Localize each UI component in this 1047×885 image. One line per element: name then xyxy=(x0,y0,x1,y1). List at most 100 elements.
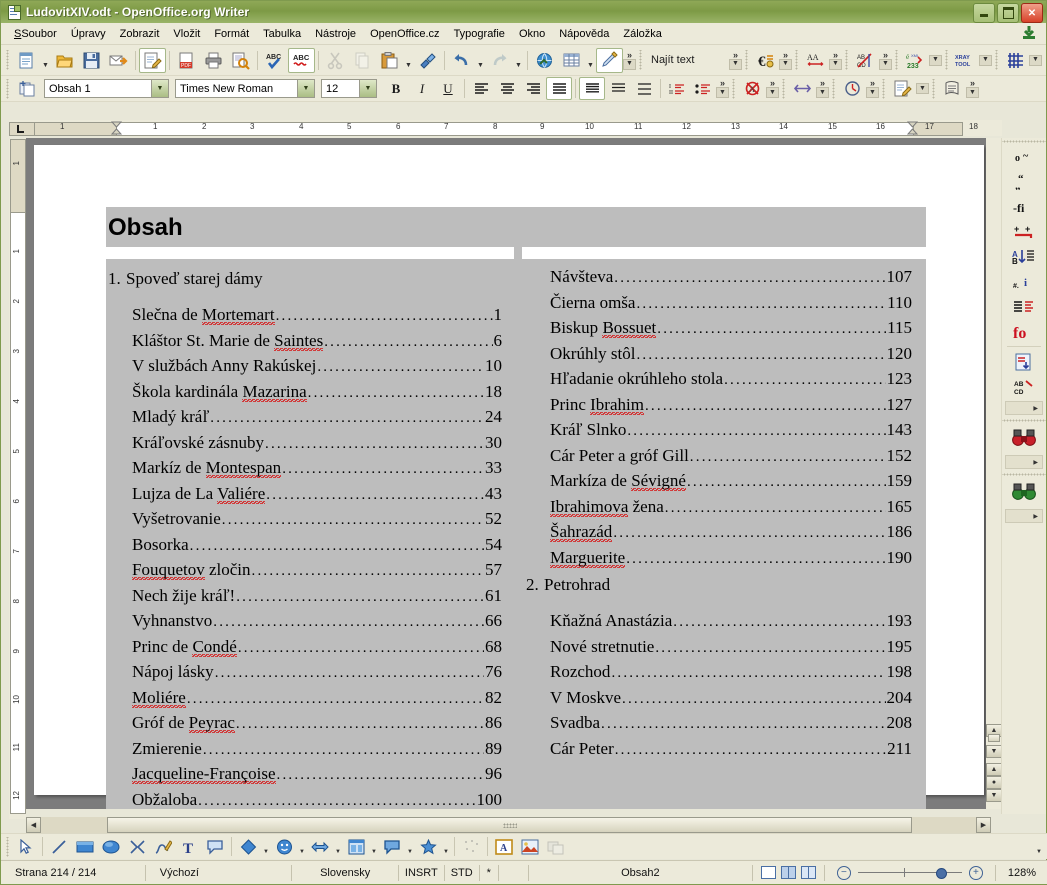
toc-entry[interactable]: Šahrazád................................… xyxy=(526,520,926,546)
numbered-list-button[interactable]: I II xyxy=(664,77,690,100)
status-page-style[interactable]: Výchozí xyxy=(146,864,293,881)
format-extra-grip-4[interactable] xyxy=(882,78,886,99)
sidebar-overflow-1[interactable]: ▶ xyxy=(1005,401,1043,415)
status-page-number[interactable]: Strana 214 / 214 xyxy=(1,864,146,881)
align-justify-button[interactable] xyxy=(546,77,572,100)
flowchart-dropdown[interactable]: ▼ xyxy=(369,833,379,861)
view-single-page-button[interactable] xyxy=(760,866,776,879)
euro-converter-icon[interactable]: € xyxy=(752,48,779,73)
horizontal-resize-icon[interactable] xyxy=(789,76,816,101)
horizontal-ruler[interactable]: 1 1 2 3 4 5 6 7 8 9 10 11 12 13 14 15 16… xyxy=(9,120,1002,136)
paragraph-style-combo[interactable]: Obsah 1 ▼ xyxy=(44,79,169,98)
zoom-out-button[interactable]: − xyxy=(836,865,851,880)
document-canvas[interactable]: Obsah 1. Spoveď starej dámy Slečna de Mort… xyxy=(26,138,991,809)
grid-macro-icon[interactable] xyxy=(1002,48,1029,73)
text-box-icon[interactable]: T xyxy=(176,835,202,859)
menu-soubor[interactable]: SSoubor xyxy=(7,26,64,42)
toc-entry[interactable]: V Moskve................................… xyxy=(526,686,926,712)
format-extra-grip-2[interactable] xyxy=(782,78,786,99)
drawing-toolbar-grip[interactable] xyxy=(6,836,10,857)
toc-entry[interactable]: Princ de Condé..........................… xyxy=(108,635,516,661)
stars-dropdown[interactable]: ▼ xyxy=(441,833,451,861)
find-toolbar-grip[interactable] xyxy=(639,50,643,70)
spellcheck-icon[interactable]: ABC xyxy=(261,48,288,73)
undo-icon[interactable] xyxy=(448,48,475,73)
callout-icon[interactable] xyxy=(202,835,228,859)
to-background-icon[interactable] xyxy=(543,835,569,859)
horizontal-scrollbar[interactable]: ◀ ▶ xyxy=(26,817,991,833)
close-button[interactable]: ✕ xyxy=(1021,3,1043,23)
document-page[interactable]: Obsah 1. Spoveď starej dámy Slečna de Mort… xyxy=(34,145,984,809)
align-center-button[interactable] xyxy=(494,77,520,100)
freeform-line-icon[interactable] xyxy=(150,835,176,859)
toc-entry[interactable]: Rozchod.................................… xyxy=(526,660,926,686)
block-arrows-dropdown[interactable]: ▼ xyxy=(333,833,343,861)
zoom-slider[interactable]: − + xyxy=(831,865,989,880)
number-info-icon[interactable]: #. i xyxy=(1010,269,1039,294)
toc-entry[interactable]: Škola kardinála Mazarina................… xyxy=(108,380,516,406)
format-extra-overflow-4[interactable]: ▼ xyxy=(916,76,929,101)
toc-entry[interactable]: Nové stretnutie.........................… xyxy=(526,635,926,661)
ruler-tab-selector[interactable] xyxy=(9,122,35,136)
ruler-text-area[interactable] xyxy=(116,122,915,136)
format-extra-grip-3[interactable] xyxy=(832,78,836,99)
toc-entry[interactable]: Fouquetov zločin........................… xyxy=(108,558,516,584)
extra-toolbar-overflow-4[interactable]: ▼ xyxy=(929,48,942,73)
download-update-icon[interactable] xyxy=(1020,25,1038,41)
extra-toolbar-grip-4[interactable] xyxy=(895,50,899,70)
paragraph-marks-icon[interactable] xyxy=(1010,294,1039,319)
toc-chapter-heading[interactable]: 2. Petrohrad xyxy=(526,571,926,596)
toc-entry[interactable]: Markíz de Montespan.....................… xyxy=(108,456,516,482)
callout-shapes-dropdown[interactable]: ▼ xyxy=(405,833,415,861)
toc-entry[interactable]: Markíza de Sévigné......................… xyxy=(526,469,926,495)
view-book-mode-button[interactable] xyxy=(800,866,816,879)
toc-entry[interactable]: Kráľ Slnko..............................… xyxy=(526,418,926,444)
status-zoom-level[interactable]: 128% xyxy=(994,864,1047,881)
toc-entry[interactable]: Obžaloba................................… xyxy=(108,788,516,810)
fo-red-icon[interactable]: fo xyxy=(1010,319,1039,344)
toc-entry[interactable]: Návšteva................................… xyxy=(526,265,926,291)
format-extra-grip-5[interactable] xyxy=(932,78,936,99)
scroll-right-button[interactable]: ▶ xyxy=(976,817,991,833)
font-name-combo[interactable]: Times New Roman ▼ xyxy=(175,79,315,98)
redo-dropdown[interactable]: ▼ xyxy=(513,46,524,74)
toc-entry[interactable]: V službách Anny Rakúskej................… xyxy=(108,354,516,380)
insert-page-icon[interactable] xyxy=(1010,349,1039,374)
zoom-slider-handle[interactable] xyxy=(935,868,947,879)
next-page-button[interactable]: ▼ xyxy=(986,789,1002,802)
menu-nastroje[interactable]: Nástroje xyxy=(308,26,363,42)
find-green-binoculars-icon[interactable] xyxy=(1010,480,1039,505)
menu-zalozka[interactable]: Záložka xyxy=(616,26,669,42)
toc-entry[interactable]: Vyšetrovanie............................… xyxy=(108,507,516,533)
degree-symbol-icon[interactable]: o ~ xyxy=(1010,144,1039,169)
status-document-modified[interactable]: * xyxy=(480,864,499,881)
fontwork-icon[interactable]: A xyxy=(491,835,517,859)
toc-entry[interactable]: Nápoj lásky.............................… xyxy=(108,660,516,686)
horizontal-scroll-track[interactable] xyxy=(41,817,976,833)
paste-dropdown[interactable]: ▼ xyxy=(403,46,414,74)
block-arrows-icon[interactable] xyxy=(307,835,333,859)
ruler-left-margin[interactable] xyxy=(34,122,118,136)
bulleted-list-button[interactable] xyxy=(690,77,716,100)
menu-format[interactable]: Formát xyxy=(207,26,256,42)
extra-toolbar-grip-2[interactable] xyxy=(795,50,799,70)
xray-tool-icon[interactable]: XRAY TOOL xyxy=(952,48,979,73)
previous-page-button[interactable]: ▲ xyxy=(986,763,1002,776)
line-spacing-double-button[interactable] xyxy=(631,77,657,100)
vruler-top-margin[interactable] xyxy=(10,139,26,213)
font-name-dropdown-arrow[interactable]: ▼ xyxy=(297,80,314,97)
format-paintbrush-icon[interactable] xyxy=(414,48,441,73)
print-preview-icon[interactable] xyxy=(227,48,254,73)
toc-entry[interactable]: Lujza de La Valiére.....................… xyxy=(108,482,516,508)
redo-icon[interactable] xyxy=(486,48,513,73)
toc-entry[interactable]: Vyhnanstvo..............................… xyxy=(108,609,516,635)
menu-napoveda[interactable]: Nápověda xyxy=(552,26,616,42)
edit-highlight-icon[interactable] xyxy=(596,47,623,73)
save-icon[interactable] xyxy=(78,48,105,73)
find-toolbar-overflow[interactable]: » ▼ xyxy=(729,48,742,73)
ruler-right-margin[interactable] xyxy=(913,122,963,136)
toc-entry[interactable]: Jacqueline-Françoise....................… xyxy=(108,762,516,788)
symbol-shapes-dropdown[interactable]: ▼ xyxy=(297,833,307,861)
toc-entry[interactable]: Ibrahimova žena.........................… xyxy=(526,495,926,521)
toc-entry[interactable]: Kňažná Anastázia........................… xyxy=(526,609,926,635)
